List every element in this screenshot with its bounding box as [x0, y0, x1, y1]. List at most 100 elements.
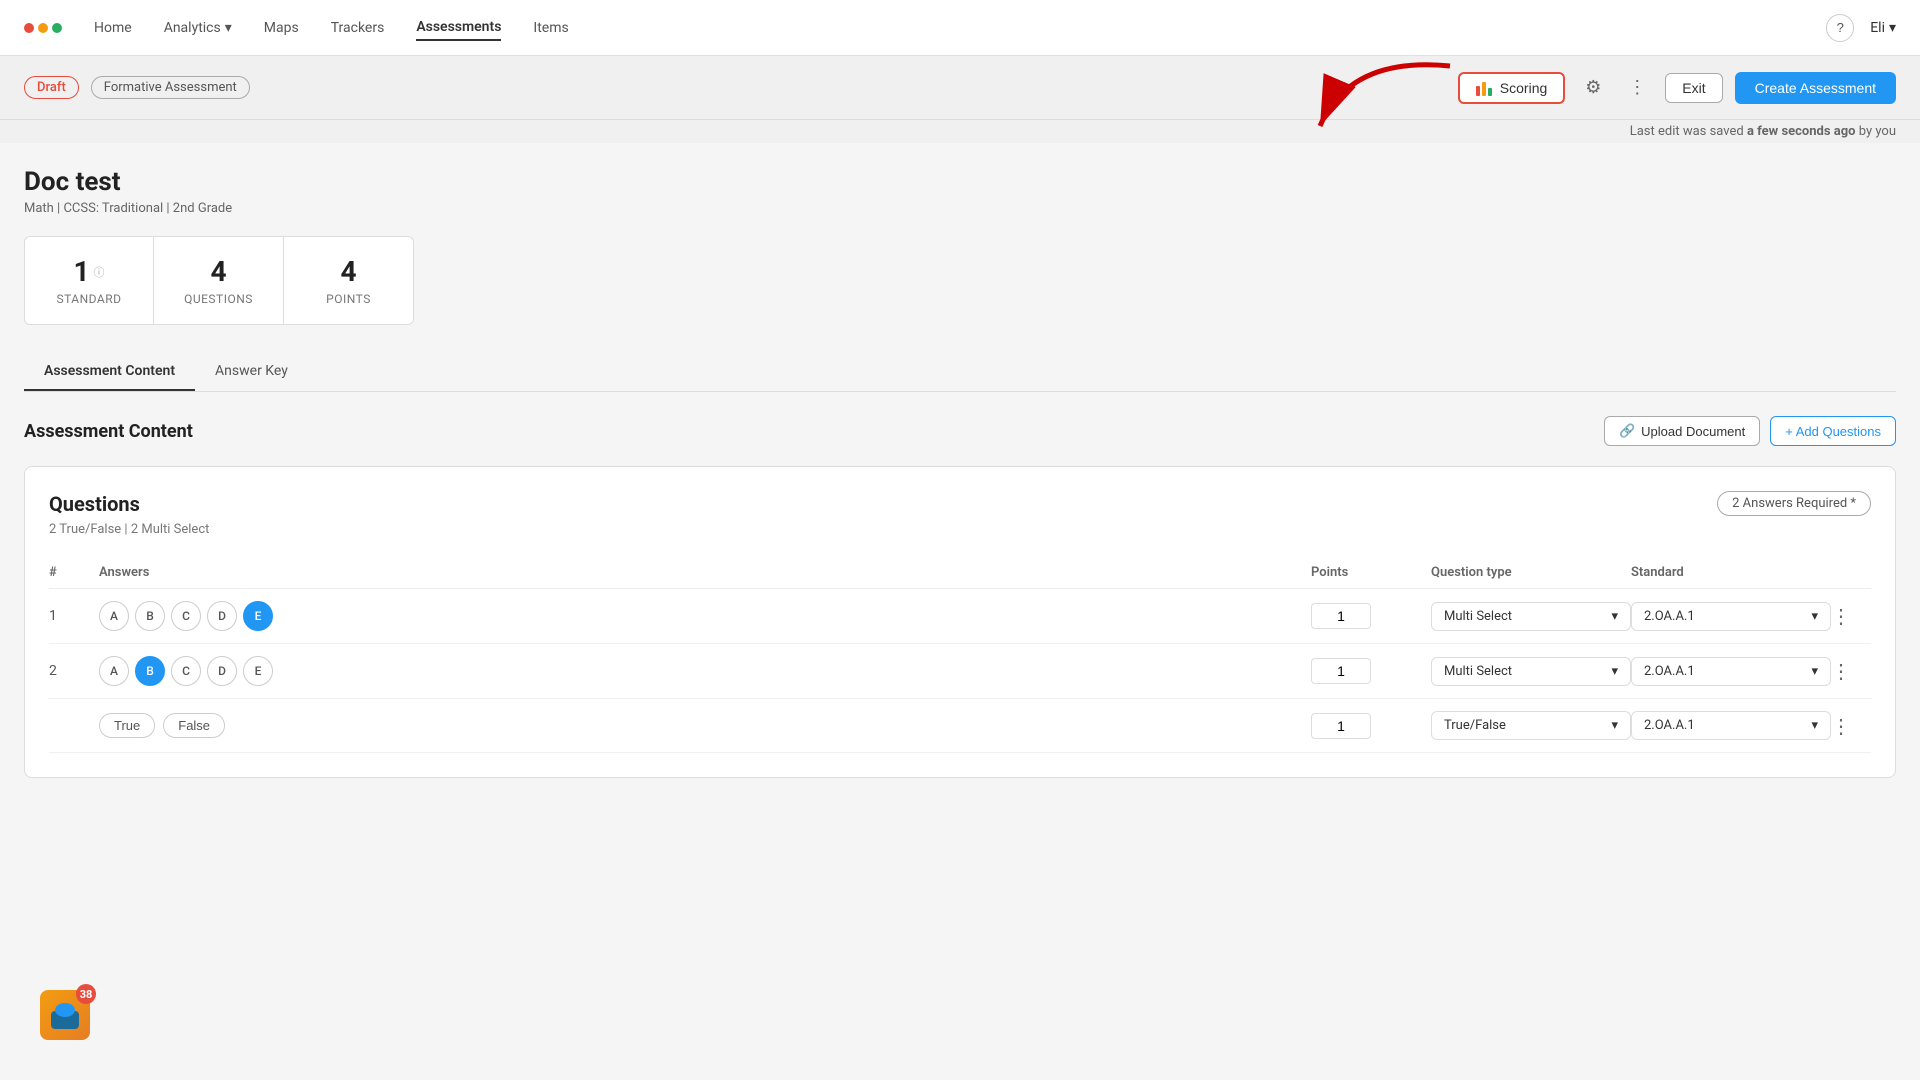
- col-header-question-type: Question type: [1431, 565, 1631, 580]
- standard-dropdown-1[interactable]: 2.OA.A.1 ▾: [1631, 602, 1831, 631]
- content-section-title: Assessment Content: [24, 421, 193, 442]
- chevron-down-icon: ▾: [1811, 609, 1818, 624]
- logo-dot-red: [24, 23, 34, 33]
- settings-button[interactable]: ⚙: [1577, 72, 1609, 104]
- col-header-answers: Answers: [99, 565, 1311, 580]
- nav-trackers[interactable]: Trackers: [331, 16, 385, 40]
- points-cell-2: [1311, 658, 1431, 684]
- answer-choices-2: A B C D E: [99, 656, 1311, 686]
- chevron-down-icon: ▾: [225, 20, 232, 36]
- answer-choice-D[interactable]: D: [207, 601, 237, 631]
- scoring-button[interactable]: Scoring: [1458, 72, 1565, 104]
- content-actions: 🔗 Upload Document + Add Questions: [1604, 416, 1896, 446]
- navbar: Home Analytics ▾ Maps Trackers Assessmen…: [0, 0, 1920, 56]
- bar-1: [1476, 86, 1480, 96]
- answer-choice-C[interactable]: C: [171, 601, 201, 631]
- table-header: # Answers Points Question type Standard: [49, 557, 1871, 589]
- chevron-down-icon: ▾: [1811, 664, 1818, 679]
- points-input-2[interactable]: [1311, 658, 1371, 684]
- add-questions-button[interactable]: + Add Questions: [1770, 416, 1896, 446]
- chevron-down-icon: ▾: [1611, 718, 1618, 733]
- create-assessment-button[interactable]: Create Assessment: [1735, 72, 1896, 104]
- document-title: Doc test: [24, 167, 1896, 197]
- question-type-dropdown-3[interactable]: True/False ▾: [1431, 711, 1631, 740]
- answer-choice-A[interactable]: A: [99, 601, 129, 631]
- toolbar: Draft Formative Assessment Scoring ⚙ ⋮ E…: [0, 56, 1920, 120]
- questions-container: Questions 2 Answers Required * 2 True/Fa…: [24, 466, 1896, 778]
- answers-required-badge: 2 Answers Required *: [1717, 491, 1871, 516]
- standard-dropdown-3[interactable]: 2.OA.A.1 ▾: [1631, 711, 1831, 740]
- draft-badge: Draft: [24, 76, 79, 99]
- answer-choice-B[interactable]: B: [135, 601, 165, 631]
- document-meta: Math | CCSS: Traditional | 2nd Grade: [24, 201, 1896, 216]
- answer-choice-B-2[interactable]: B: [135, 656, 165, 686]
- scoring-icon: [1476, 80, 1492, 96]
- bar-3: [1488, 88, 1492, 96]
- points-input-1[interactable]: [1311, 603, 1371, 629]
- nav-home[interactable]: Home: [94, 16, 132, 40]
- chevron-down-icon: ▾: [1889, 20, 1896, 36]
- stat-questions: 4 QUESTIONS: [154, 236, 284, 325]
- nav-analytics[interactable]: Analytics ▾: [164, 16, 232, 40]
- help-button[interactable]: ?: [1826, 14, 1854, 42]
- question-type-dropdown-2[interactable]: Multi Select ▾: [1431, 657, 1631, 686]
- points-input-3[interactable]: [1311, 713, 1371, 739]
- row-more-button-1[interactable]: ⋮: [1831, 604, 1871, 628]
- nav-assessments[interactable]: Assessments: [416, 15, 501, 41]
- col-header-standard: Standard: [1631, 565, 1831, 580]
- tab-answer-key[interactable]: Answer Key: [195, 353, 308, 391]
- col-header-num: #: [49, 565, 99, 580]
- floating-character[interactable]: 38: [40, 990, 90, 1040]
- points-cell-3: [1311, 713, 1431, 739]
- row-more-button-3[interactable]: ⋮: [1831, 714, 1871, 738]
- stat-standard: 1 ⓘ STANDARD: [24, 236, 154, 325]
- table-row: True False True/False ▾ 2.OA.A.1 ▾ ⋮: [49, 699, 1871, 753]
- answer-choice-D-2[interactable]: D: [207, 656, 237, 686]
- table-row: 1 A B C D E Multi Select ▾ 2.OA.A.1 ▾ ⋮: [49, 589, 1871, 644]
- chevron-down-icon: ▾: [1611, 609, 1618, 624]
- link-icon: 🔗: [1619, 423, 1635, 439]
- main-content: Doc test Math | CCSS: Traditional | 2nd …: [0, 143, 1920, 802]
- standard-dropdown-2[interactable]: 2.OA.A.1 ▾: [1631, 657, 1831, 686]
- logo-dot-orange: [38, 23, 48, 33]
- answer-choices-1: A B C D E: [99, 601, 1311, 631]
- questions-header: Questions 2 Answers Required *: [49, 491, 1871, 516]
- nav-maps[interactable]: Maps: [264, 16, 299, 40]
- formative-badge: Formative Assessment: [91, 76, 250, 99]
- exit-button[interactable]: Exit: [1665, 73, 1722, 103]
- character-icon: [47, 997, 83, 1033]
- col-header-points: Points: [1311, 565, 1431, 580]
- question-type-dropdown-1[interactable]: Multi Select ▾: [1431, 602, 1631, 631]
- upload-document-button[interactable]: 🔗 Upload Document: [1604, 416, 1760, 446]
- answer-choice-E-2[interactable]: E: [243, 656, 273, 686]
- logo-dot-green: [52, 23, 62, 33]
- answer-true[interactable]: True: [99, 713, 155, 738]
- tabs: Assessment Content Answer Key: [24, 353, 1896, 392]
- true-false-choices: True False: [99, 713, 1311, 738]
- table-row: 2 A B C D E Multi Select ▾ 2.OA.A.1 ▾ ⋮: [49, 644, 1871, 699]
- answer-choice-E[interactable]: E: [243, 601, 273, 631]
- row-number-2: 2: [49, 663, 99, 679]
- tab-assessment-content[interactable]: Assessment Content: [24, 353, 195, 391]
- chevron-down-icon: ▾: [1611, 664, 1618, 679]
- nav-items[interactable]: Items: [533, 16, 568, 40]
- chevron-down-icon: ▾: [1811, 718, 1818, 733]
- questions-meta: 2 True/False | 2 Multi Select: [49, 522, 1871, 537]
- logo: [24, 23, 62, 33]
- row-more-button-2[interactable]: ⋮: [1831, 659, 1871, 683]
- col-header-actions: [1831, 565, 1871, 580]
- saved-status: Last edit was saved a few seconds ago by…: [0, 120, 1920, 143]
- stat-points: 4 POINTS: [284, 236, 414, 325]
- stats-row: 1 ⓘ STANDARD 4 QUESTIONS 4 POINTS: [24, 236, 1896, 325]
- content-header: Assessment Content 🔗 Upload Document + A…: [24, 416, 1896, 446]
- answer-false[interactable]: False: [163, 713, 225, 738]
- more-options-button[interactable]: ⋮: [1621, 72, 1653, 104]
- points-cell-1: [1311, 603, 1431, 629]
- answer-choice-C-2[interactable]: C: [171, 656, 201, 686]
- row-number-1: 1: [49, 608, 99, 624]
- info-icon[interactable]: ⓘ: [94, 264, 105, 280]
- user-menu[interactable]: Eli ▾: [1870, 20, 1896, 36]
- answer-choice-A-2[interactable]: A: [99, 656, 129, 686]
- questions-title: Questions: [49, 492, 140, 516]
- bar-2: [1482, 82, 1486, 96]
